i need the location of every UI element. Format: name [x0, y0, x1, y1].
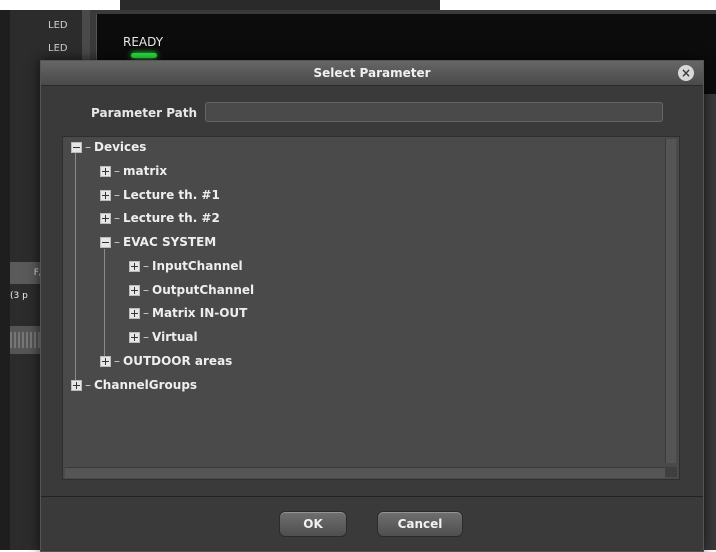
tree-node-label: matrix — [123, 164, 168, 178]
tree-node-label: Matrix IN-OUT — [152, 306, 248, 320]
ready-status-text: READY — [123, 35, 164, 49]
tree-node-label: ChannelGroups — [94, 378, 198, 392]
tree-connector-line — [104, 249, 105, 361]
scrollbar-corner — [665, 467, 677, 477]
expand-icon[interactable] — [71, 379, 82, 391]
background-row-pattern — [10, 332, 42, 348]
tree-node-evac-system[interactable]: – EVAC SYSTEM — [100, 234, 216, 250]
select-parameter-dialog: Select Parameter × Parameter Path – Devic… — [40, 60, 704, 552]
expand-icon[interactable] — [100, 165, 111, 177]
dialog-titlebar[interactable]: Select Parameter × — [41, 61, 703, 86]
background-row-text: (3 p — [10, 291, 28, 301]
tree-node-label: InputChannel — [152, 259, 243, 273]
tree-node-virtual[interactable]: – Virtual — [129, 329, 198, 345]
tree-node-lecture-2[interactable]: – Lecture th. #2 — [100, 210, 220, 226]
tree-node-lecture-1[interactable]: – Lecture th. #1 — [100, 187, 220, 203]
background-left-strip — [0, 10, 10, 550]
tree-node-label: Lecture th. #1 — [123, 188, 220, 202]
tree-node-outdoor-areas[interactable]: – OUTDOOR areas — [100, 353, 232, 369]
expand-icon[interactable] — [100, 355, 111, 367]
ok-button[interactable]: OK — [279, 511, 347, 537]
tree-node-output-channel[interactable]: – OutputChannel — [129, 282, 254, 298]
parameter-path-input[interactable] — [205, 102, 663, 122]
expand-icon[interactable] — [129, 307, 140, 319]
background-tab[interactable]: F/ — [10, 262, 42, 284]
tree-node-channel-groups[interactable]: – ChannelGroups — [71, 377, 197, 393]
tree-node-label: Lecture th. #2 — [123, 211, 220, 225]
tree-connector-line — [75, 153, 76, 383]
close-icon[interactable]: × — [678, 65, 694, 81]
background-top-bar — [120, 0, 440, 10]
tree-node-input-channel[interactable]: – InputChannel — [129, 258, 243, 274]
vertical-scrollbar[interactable] — [665, 139, 676, 463]
expand-icon[interactable] — [100, 189, 111, 201]
parameter-path-label: Parameter Path — [91, 106, 198, 120]
ready-led-indicator — [131, 53, 157, 58]
led-label: LED — [48, 43, 68, 54]
expand-icon[interactable] — [129, 260, 140, 272]
expand-icon[interactable] — [129, 284, 140, 296]
parameter-tree: – Devices – matrix – Lecture th. #1 – Lectur… — [62, 136, 680, 480]
tree-node-devices[interactable]: – Devices — [71, 139, 146, 155]
led-label: LED — [48, 20, 68, 31]
collapse-icon[interactable] — [100, 236, 111, 248]
tree-node-matrix[interactable]: – matrix — [100, 163, 167, 179]
tree-node-label: OutputChannel — [152, 283, 255, 297]
tree-node-label: OUTDOOR areas — [123, 354, 233, 368]
tree-node-label: Virtual — [152, 330, 198, 344]
tree-node-label: Devices — [94, 140, 147, 154]
tree-node-label: EVAC SYSTEM — [123, 235, 217, 249]
dialog-title: Select Parameter — [313, 66, 431, 80]
dialog-footer-divider — [41, 496, 703, 497]
tree-node-matrix-in-out[interactable]: – Matrix IN-OUT — [129, 305, 247, 321]
collapse-icon[interactable] — [71, 141, 82, 153]
horizontal-scrollbar[interactable] — [65, 467, 665, 478]
expand-icon[interactable] — [100, 212, 111, 224]
expand-icon[interactable] — [129, 331, 140, 343]
cancel-button[interactable]: Cancel — [377, 511, 463, 537]
